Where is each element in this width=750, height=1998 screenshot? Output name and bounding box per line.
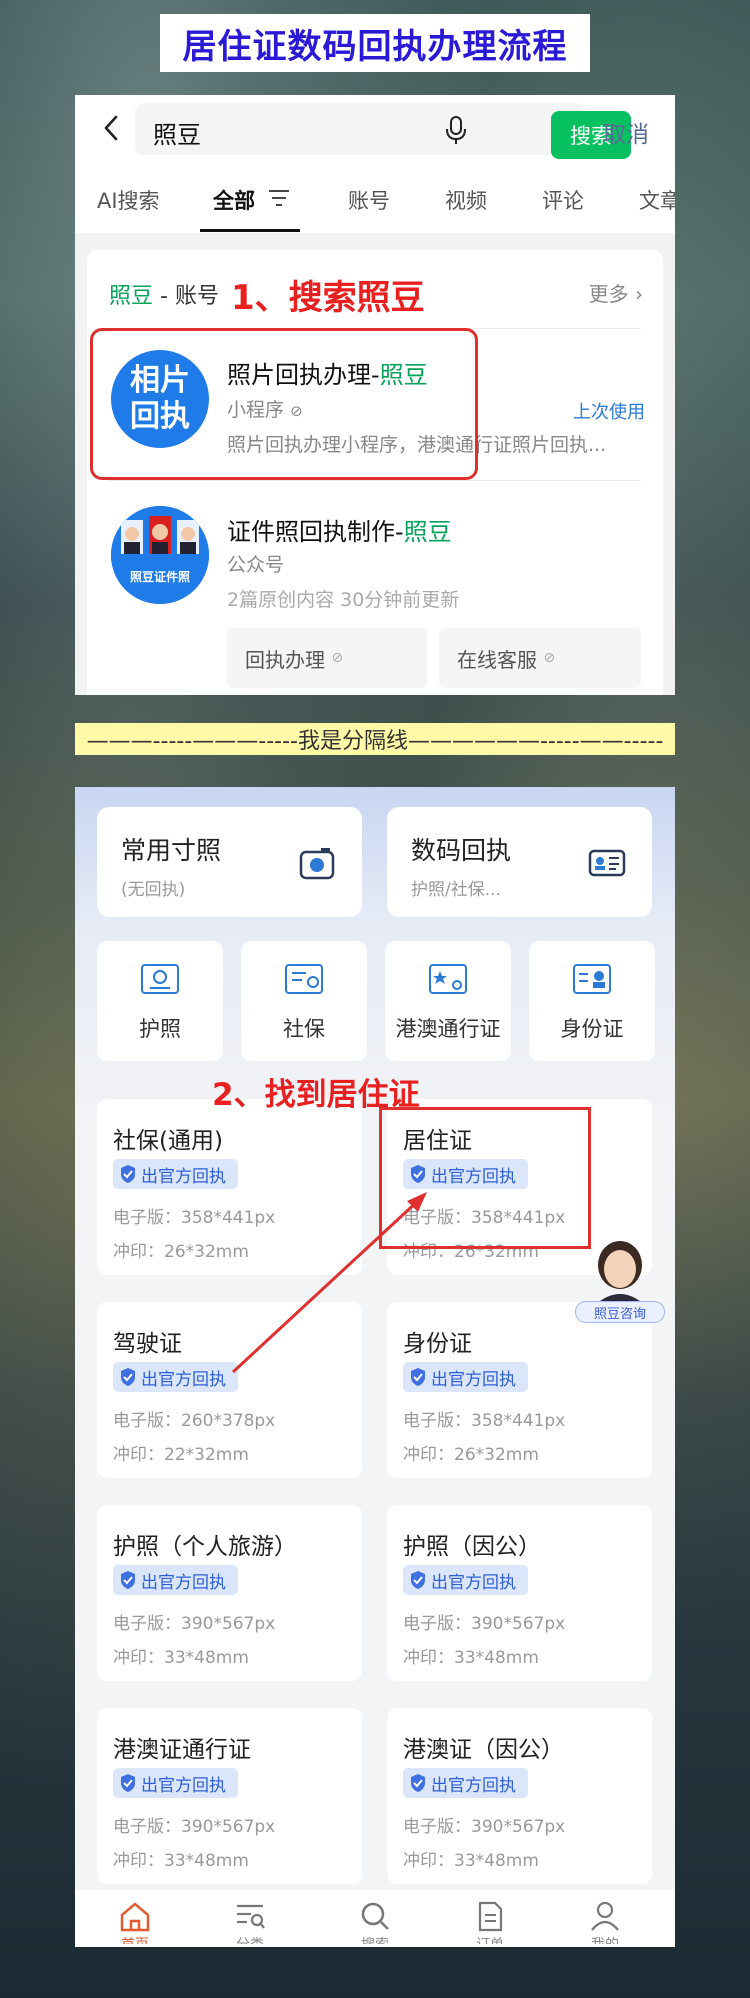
- nav-home[interactable]: 首页: [105, 1900, 165, 1944]
- print-size: 冲印：33*48mm: [403, 1851, 539, 1871]
- permit-icon: [429, 964, 467, 994]
- document-card[interactable]: 港澳证（因公） 出官方回执电子版：390*567px 冲印：33*48mm: [387, 1708, 652, 1884]
- electronic-size: 电子版：260*378px: [113, 1411, 276, 1431]
- category-id-card[interactable]: 身份证: [529, 941, 655, 1061]
- feature-subtitle: 护照/社保...: [411, 880, 501, 900]
- document-card[interactable]: 护照（个人旅游） 出官方回执电子版：390*567px 冲印：33*48mm: [97, 1505, 362, 1681]
- feature-title: 数码回执: [411, 836, 512, 865]
- result-title[interactable]: 证件照回执制作-照豆: [227, 512, 452, 547]
- shield-check-icon: [411, 1571, 425, 1589]
- electronic-size: 电子版：358*441px: [403, 1411, 566, 1431]
- digital-receipt-card[interactable]: 数码回执 护照/社保...: [387, 807, 652, 917]
- tab-articles[interactable]: 文章: [639, 185, 675, 215]
- shield-check-icon: [121, 1368, 135, 1386]
- microphone-icon[interactable]: [443, 115, 469, 145]
- document-title: 护照（因公）: [403, 1534, 541, 1560]
- official-receipt-badge: 出官方回执: [403, 1565, 528, 1595]
- shield-check-icon: [121, 1571, 135, 1589]
- online-support-button[interactable]: 在线客服 ⊘: [439, 628, 641, 688]
- id-card-icon: [588, 849, 626, 877]
- shield-check-icon: [411, 1774, 425, 1792]
- document-card[interactable]: 港澳证通行证出官方回执电子版：390*567px 冲印：33*48mm: [97, 1708, 362, 1884]
- receipt-service-button[interactable]: 回执办理 ⊘: [227, 628, 427, 688]
- filter-icon[interactable]: [267, 187, 291, 209]
- result-meta: 2篇原创内容 30分钟前更新: [227, 589, 460, 611]
- electronic-size: 电子版：390*567px: [403, 1817, 566, 1837]
- electronic-size: 电子版：390*567px: [403, 1614, 566, 1634]
- category-list-icon: [237, 1904, 265, 1929]
- search-query: 照豆: [153, 121, 201, 149]
- tab-videos[interactable]: 视频: [445, 185, 487, 215]
- common-photo-card[interactable]: 常用寸照 (无回执): [97, 807, 362, 917]
- feature-title: 常用寸照: [121, 836, 222, 865]
- category-hk-macau-permit[interactable]: 港澳通行证: [385, 941, 511, 1061]
- document-card[interactable]: 护照（因公） 出官方回执电子版：390*567px 冲印：33*48mm: [387, 1505, 652, 1681]
- search-tabs: AI搜索 全部 账号 视频 评论 文章: [75, 163, 675, 233]
- more-link[interactable]: 更多 ›: [589, 278, 643, 307]
- nav-category[interactable]: 分类: [220, 1900, 280, 1944]
- print-size: 冲印：33*48mm: [403, 1648, 539, 1668]
- print-size: 冲印：33*48mm: [113, 1851, 249, 1871]
- official-receipt-badge: 出官方回执: [113, 1768, 238, 1798]
- print-size: 冲印：33*48mm: [113, 1648, 249, 1668]
- bottom-nav: 首页 分类 搜索 订单 我的: [75, 1890, 675, 1947]
- document-title: 社保(通用): [113, 1128, 223, 1154]
- category-social-security[interactable]: 社保: [241, 941, 367, 1061]
- home-icon: [120, 1902, 150, 1932]
- electronic-size: 电子版：390*567px: [113, 1614, 276, 1634]
- tab-comments[interactable]: 评论: [542, 185, 584, 215]
- app-screenshot: 常用寸照 (无回执) 数码回执 护照/社保... 护照 社保 港澳通行证 身份证…: [75, 787, 675, 1947]
- document-title: 港澳证（因公）: [403, 1737, 564, 1763]
- tab-all[interactable]: 全部: [213, 185, 255, 215]
- print-size: 冲印：26*32mm: [403, 1445, 539, 1465]
- passport-icon: [141, 964, 179, 994]
- nav-search[interactable]: 搜索: [345, 1900, 405, 1944]
- print-size: 冲印：22*32mm: [113, 1445, 249, 1465]
- social-security-card-icon: [285, 964, 323, 994]
- electronic-size: 电子版：390*567px: [113, 1817, 276, 1837]
- tab-accounts[interactable]: 账号: [348, 185, 390, 215]
- document-title: 港澳证通行证: [113, 1737, 251, 1763]
- chevron-right-icon: ›: [635, 282, 643, 306]
- shield-check-icon: [121, 1774, 135, 1792]
- official-receipt-badge: 出官方回执: [113, 1565, 238, 1595]
- search-input[interactable]: 照豆 搜索: [135, 103, 631, 159]
- camera-icon: [299, 848, 335, 880]
- link-icon: ⊘: [331, 650, 344, 666]
- section-header: 照豆 - 账号: [109, 284, 219, 309]
- back-arrow-icon[interactable]: [97, 113, 127, 143]
- tab-ai-search[interactable]: AI搜索: [97, 185, 160, 215]
- cancel-button[interactable]: 取消: [603, 115, 649, 149]
- id-photo-icon: [111, 506, 209, 604]
- user-icon: [591, 1901, 619, 1931]
- official-receipt-badge: 出官方回执: [113, 1159, 238, 1189]
- divider: [109, 480, 641, 481]
- id-card-icon: [573, 964, 611, 994]
- feature-subtitle: (无回执): [121, 880, 186, 900]
- active-tab-indicator: [200, 229, 300, 232]
- nav-orders[interactable]: 订单: [460, 1900, 520, 1944]
- shield-check-icon: [121, 1165, 135, 1183]
- result-type: 公众号: [227, 554, 285, 576]
- category-passport[interactable]: 护照: [97, 941, 223, 1061]
- document-title: 驾驶证: [113, 1331, 182, 1357]
- last-used-badge: 上次使用: [573, 402, 645, 423]
- official-receipt-badge: 出官方回执: [403, 1768, 528, 1798]
- search-icon: [361, 1902, 389, 1930]
- consult-widget[interactable]: 照豆咨询: [575, 1235, 665, 1325]
- nav-profile[interactable]: 我的: [575, 1900, 635, 1944]
- highlight-box: [90, 328, 478, 480]
- official-account-avatar[interactable]: 照豆证件照: [111, 506, 209, 604]
- separator-line: ———-----———-----我是分隔线——————-----——-----: [75, 723, 675, 755]
- search-bar: 照豆 搜索 取消: [75, 95, 675, 163]
- order-icon: [478, 1901, 503, 1932]
- pointer-arrow: [231, 1192, 427, 1374]
- step1-annotation: 1、搜索照豆: [231, 278, 425, 318]
- link-icon: ⊘: [543, 650, 556, 666]
- page-title: 居住证数码回执办理流程: [160, 14, 590, 72]
- assistant-avatar-icon: [595, 1241, 645, 1305]
- document-title: 护照（个人旅游）: [113, 1534, 297, 1560]
